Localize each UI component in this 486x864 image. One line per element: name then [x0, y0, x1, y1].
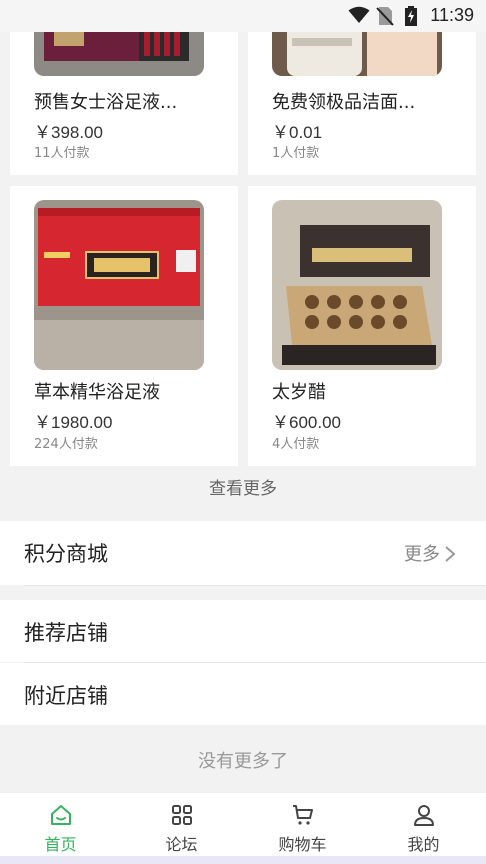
- wifi-icon: [348, 6, 370, 23]
- product-card[interactable]: 草本精华浴足液 ￥1980.00 224人付款: [10, 186, 238, 466]
- status-time: 11:39: [430, 5, 474, 25]
- tab-home[interactable]: 首页: [0, 793, 121, 857]
- tab-cart[interactable]: 购物车: [242, 793, 363, 857]
- tab-mine[interactable]: 我的: [363, 793, 484, 857]
- product-sold-count: 224人付款: [34, 437, 98, 452]
- points-mall-title: 积分商城: [24, 542, 108, 566]
- cart-icon: [292, 805, 313, 825]
- chevron-right-icon: [445, 546, 456, 562]
- points-mall-row[interactable]: 积分商城 更多: [0, 521, 486, 585]
- product-name: 预售女士浴足液...: [34, 92, 178, 113]
- product-sold-count: 1人付款: [272, 146, 320, 161]
- product-price: ￥600.00: [272, 413, 341, 432]
- recommended-shops-row[interactable]: 推荐店铺: [0, 600, 486, 662]
- product-price: ￥0.01: [272, 123, 323, 142]
- product-card[interactable]: 太岁醋 ￥600.00 4人付款: [248, 186, 476, 466]
- grid-icon: [171, 805, 192, 825]
- points-mall-more-link[interactable]: 更多: [404, 540, 440, 566]
- battery-charging-icon: [405, 6, 417, 26]
- product-name: 草本精华浴足液: [34, 382, 160, 403]
- product-name: 太岁醋: [272, 382, 326, 403]
- tab-forum[interactable]: 论坛: [121, 793, 242, 857]
- user-icon: [413, 805, 434, 826]
- tab-mine-label: 我的: [407, 835, 440, 854]
- see-more-link[interactable]: 查看更多: [0, 474, 486, 499]
- tab-home-label: 首页: [44, 835, 77, 854]
- product-price: ￥1980.00: [34, 413, 113, 432]
- status-bar: 11:39: [0, 0, 486, 32]
- product-image[interactable]: [272, 200, 442, 370]
- recommended-shops-title: 推荐店铺: [24, 621, 108, 645]
- product-sold-count: 4人付款: [272, 437, 320, 452]
- product-sold-count: 11人付款: [34, 146, 90, 161]
- divider: [24, 585, 486, 586]
- nearby-shops-row[interactable]: 附近店铺: [0, 663, 486, 725]
- product-image[interactable]: [34, 200, 204, 370]
- home-icon: [50, 805, 71, 825]
- no-more-text: 没有更多了: [198, 751, 288, 772]
- tab-cart-label: 购物车: [278, 835, 327, 854]
- bottom-tab-bar: 首页 论坛 购物车 我的: [0, 792, 486, 856]
- product-price: ￥398.00: [34, 123, 103, 142]
- no-sim-icon: [376, 7, 394, 26]
- system-nav-strip: [0, 856, 486, 864]
- nearby-shops-title: 附近店铺: [24, 684, 108, 708]
- tab-forum-label: 论坛: [165, 835, 198, 854]
- product-name: 免费领极品洁面...: [272, 92, 416, 113]
